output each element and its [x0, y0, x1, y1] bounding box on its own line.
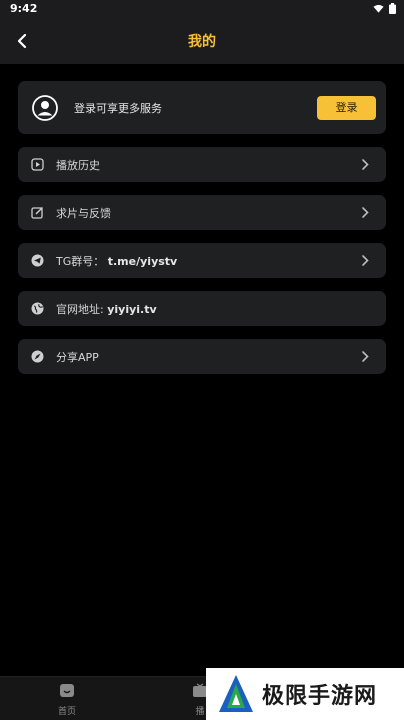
- chevron-right-icon: [362, 159, 369, 170]
- website-url-value: yiyiyi.tv: [107, 303, 157, 316]
- watermark-logo: 极限手游网: [206, 668, 404, 720]
- nav-tab-home[interactable]: 首页: [47, 683, 87, 717]
- telegram-icon: [31, 254, 44, 267]
- login-button[interactable]: 登录: [317, 96, 376, 120]
- nav-tab-home-label: 首页: [57, 707, 76, 717]
- user-avatar-icon[interactable]: [32, 95, 58, 121]
- battery-icon: [389, 3, 396, 14]
- watermark-text: 极限手游网: [262, 683, 378, 709]
- login-prompt: 登录可享更多服务: [74, 102, 162, 115]
- menu-item-share-app[interactable]: 分享APP: [18, 339, 386, 374]
- compass-share-icon: [31, 350, 44, 363]
- play-history-icon: [31, 158, 44, 171]
- menu-item-feedback[interactable]: 求片与反馈: [18, 195, 386, 230]
- menu-item-website[interactable]: 官网地址: yiyiyi.tv: [18, 291, 386, 326]
- menu-label-telegram: TG群号： t.me/yiystv: [56, 253, 177, 269]
- menu-label: 求片与反馈: [56, 207, 111, 220]
- telegram-label-prefix: TG群号：: [56, 255, 105, 268]
- menu-label: 分享APP: [56, 351, 99, 364]
- page-title: 我的: [188, 34, 216, 50]
- chevron-right-icon: [362, 351, 369, 362]
- site-logo-icon: [219, 675, 253, 712]
- telegram-group-value: t.me/yiystv: [107, 255, 178, 268]
- chevron-right-icon: [362, 255, 369, 266]
- menu-item-telegram[interactable]: TG群号： t.me/yiystv: [18, 243, 386, 278]
- app-bar: 我的: [0, 18, 404, 64]
- system-icons: [373, 3, 396, 14]
- edit-feedback-icon: [31, 207, 43, 219]
- website-label-prefix: 官网地址:: [56, 303, 104, 316]
- menu-item-play-history[interactable]: 播放历史: [18, 147, 386, 182]
- status-time: 9:42: [10, 2, 38, 15]
- menu-label: 播放历史: [56, 159, 100, 172]
- globe-icon: [31, 302, 44, 315]
- login-card: 登录可享更多服务 登录: [18, 81, 386, 134]
- home-icon: [60, 684, 74, 697]
- chevron-right-icon: [362, 207, 369, 218]
- menu-label-website: 官网地址: yiyiyi.tv: [56, 301, 157, 317]
- status-bar: 9:42: [0, 0, 404, 18]
- wifi-icon: [373, 4, 384, 13]
